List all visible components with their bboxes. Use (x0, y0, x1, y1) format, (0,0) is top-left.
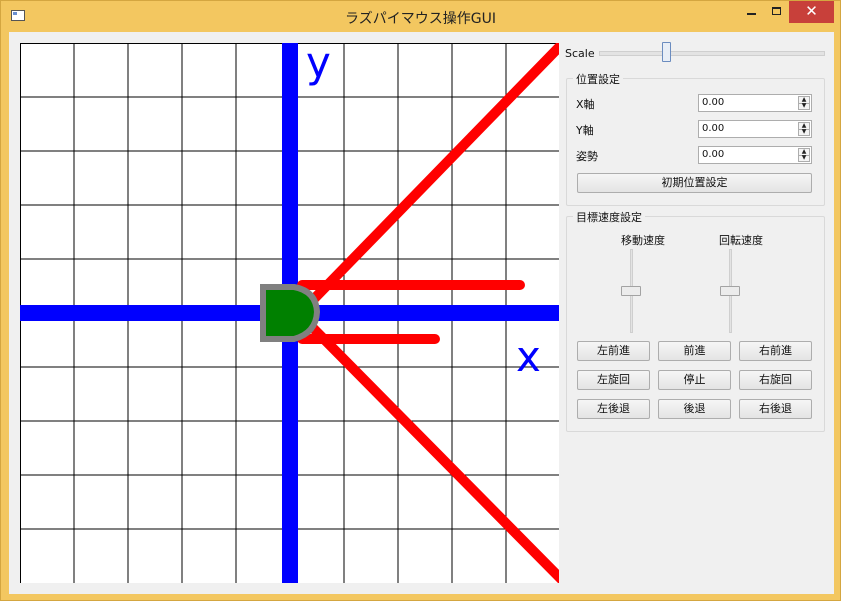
reset-position-button[interactable]: 初期位置設定 (577, 173, 812, 193)
title-bar[interactable]: ラズパイマウス操作GUI ✕ (1, 1, 840, 31)
maximize-icon (772, 7, 781, 15)
field-svg: y x (20, 43, 559, 583)
scale-label: Scale (565, 47, 595, 60)
y-axis-label-text: Y軸 (576, 124, 594, 137)
right-backward-button[interactable]: 右後退 (739, 399, 812, 419)
linear-speed-slider-thumb[interactable] (621, 286, 641, 296)
pose-label-text: 姿勢 (576, 150, 598, 163)
y-axis-label: y (306, 43, 331, 87)
maximize-button[interactable] (765, 1, 789, 23)
y-position-input[interactable]: 0.00 ▲ ▼ (698, 120, 812, 138)
forward-button[interactable]: 前進 (658, 341, 731, 361)
spin-down-icon[interactable]: ▼ (799, 155, 809, 161)
y-position-value[interactable]: 0.00 (702, 123, 724, 134)
minimize-icon (747, 13, 756, 15)
client-area: y x Scale 位置設定 X軸 0.00 ▲ ▼ Y軸 0.00 ▲ ▼ 姿… (9, 32, 834, 594)
speed-group-title: 目標速度設定 (573, 209, 645, 225)
turn-left-button[interactable]: 左旋回 (577, 370, 650, 390)
close-icon: ✕ (805, 2, 818, 20)
turn-right-button[interactable]: 右旋回 (739, 370, 812, 390)
position-group-title: 位置設定 (573, 71, 623, 87)
robot-marker[interactable] (260, 284, 321, 342)
field-canvas[interactable]: y x (20, 43, 559, 583)
y-position-spinner[interactable]: ▲ ▼ (798, 122, 810, 136)
main-window: ラズパイマウス操作GUI ✕ y x Scale 位置設定 X軸 0.00 ▲ … (0, 0, 841, 601)
left-backward-button[interactable]: 左後退 (577, 399, 650, 419)
control-panel: Scale 位置設定 X軸 0.00 ▲ ▼ Y軸 0.00 ▲ ▼ 姿勢 0.… (559, 32, 834, 594)
sensor-ray-left-diagonal (305, 43, 559, 308)
left-forward-button[interactable]: 左前進 (577, 341, 650, 361)
x-axis-label-text: X軸 (576, 98, 595, 111)
linear-speed-slider[interactable] (621, 249, 641, 333)
position-group: 位置設定 X軸 0.00 ▲ ▼ Y軸 0.00 ▲ ▼ 姿勢 0.00 ▲ ▼… (566, 71, 825, 206)
x-position-input[interactable]: 0.00 ▲ ▼ (698, 94, 812, 112)
angular-speed-label: 回転速度 (719, 234, 763, 247)
pose-input[interactable]: 0.00 ▲ ▼ (698, 146, 812, 164)
stop-button[interactable]: 停止 (658, 370, 731, 390)
backward-button[interactable]: 後退 (658, 399, 731, 419)
angular-speed-slider[interactable] (720, 249, 740, 333)
linear-speed-label: 移動速度 (621, 234, 665, 247)
close-button[interactable]: ✕ (789, 1, 834, 23)
scale-slider[interactable] (599, 51, 825, 56)
pose-value[interactable]: 0.00 (702, 149, 724, 160)
window-title: ラズパイマウス操作GUI (345, 11, 496, 27)
right-forward-button[interactable]: 右前進 (739, 341, 812, 361)
angular-speed-slider-thumb[interactable] (720, 286, 740, 296)
pose-spinner[interactable]: ▲ ▼ (798, 148, 810, 162)
spin-down-icon[interactable]: ▼ (799, 103, 809, 109)
scale-slider-thumb[interactable] (662, 42, 672, 62)
x-position-spinner[interactable]: ▲ ▼ (798, 96, 810, 110)
x-position-value[interactable]: 0.00 (702, 97, 724, 108)
speed-group: 目標速度設定 移動速度 回転速度 左前進 前進 右前進 左旋回 停止 右旋回 左… (566, 209, 825, 432)
spin-down-icon[interactable]: ▼ (799, 129, 809, 135)
x-axis-label: x (516, 332, 541, 381)
minimize-button[interactable] (739, 1, 765, 23)
